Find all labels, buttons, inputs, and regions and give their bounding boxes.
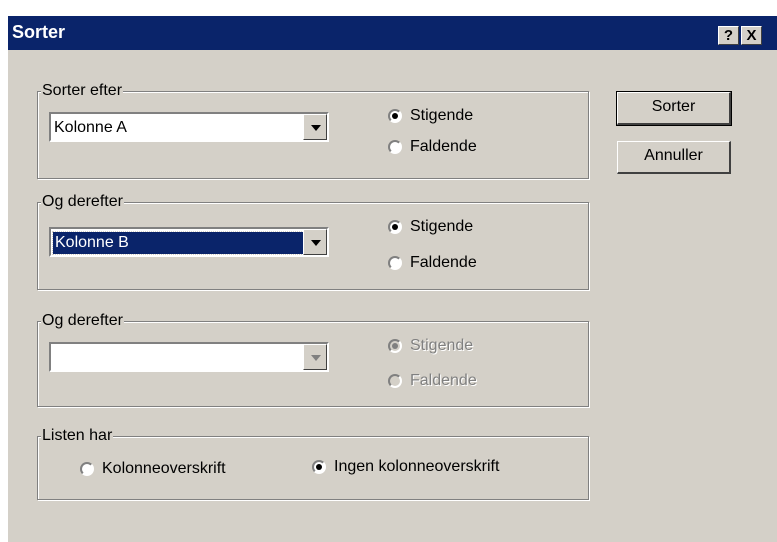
sort-by-legend: Sorter efter	[41, 81, 124, 101]
then-by-2-combobox[interactable]	[49, 342, 329, 372]
then-by-2-legend: Og derefter	[41, 311, 124, 331]
then-by-2-ascending-label: Stigende	[410, 337, 474, 354]
radio-selected-icon	[388, 339, 402, 353]
then-by-1-combobox[interactable]: Kolonne B	[49, 227, 329, 257]
chevron-down-icon[interactable]	[303, 344, 327, 370]
no-header-label: Ingen kolonneoverskrift	[334, 458, 500, 475]
cancel-button-label: Annuller	[644, 147, 703, 164]
then-by-1-value: Kolonne B	[52, 231, 304, 255]
radio-selected-icon	[312, 460, 326, 474]
chevron-down-icon[interactable]	[303, 229, 327, 255]
dialog-title: Sorter	[12, 22, 66, 42]
then-by-2-descending-label: Faldende	[410, 372, 477, 389]
radio-unselected-icon	[388, 374, 402, 388]
sort-dialog: Sorter ? X Sorter efter Kolonne A Stigen…	[6, 14, 777, 542]
close-button[interactable]: X	[741, 26, 762, 45]
radio-unselected-icon	[80, 462, 94, 476]
cancel-button[interactable]: Annuller	[617, 141, 731, 174]
sort-by-ascending-label: Stigende	[410, 107, 474, 124]
has-header-label: Kolonneoverskrift	[102, 460, 226, 477]
then-by-1-group: Og derefter Kolonne B Stigende Faldende	[37, 192, 589, 290]
then-by-2-group: Og derefter Stigende Faldende	[37, 311, 589, 407]
title-bar: Sorter ? X	[8, 16, 777, 50]
sort-by-combobox[interactable]: Kolonne A	[49, 112, 329, 142]
then-by-1-legend: Og derefter	[41, 192, 124, 212]
sort-by-value: Kolonne A	[54, 119, 127, 136]
chevron-down-icon[interactable]	[303, 114, 327, 140]
header-row-group: Listen har Kolonneoverskrift Ingen kolon…	[37, 426, 589, 500]
then-by-1-ascending-label: Stigende	[410, 218, 474, 235]
radio-unselected-icon	[388, 256, 402, 270]
radio-unselected-icon	[388, 140, 402, 154]
sort-button-label: Sorter	[651, 98, 696, 115]
help-button[interactable]: ?	[718, 26, 739, 45]
then-by-1-descending-label: Faldende	[410, 254, 477, 271]
header-row-legend: Listen har	[41, 426, 114, 446]
sort-by-descending-label: Faldende	[410, 138, 477, 155]
radio-selected-icon	[388, 220, 402, 234]
sort-by-group: Sorter efter Kolonne A Stigende Faldende	[37, 81, 589, 179]
sort-button[interactable]: Sorter	[616, 91, 732, 126]
radio-selected-icon	[388, 109, 402, 123]
